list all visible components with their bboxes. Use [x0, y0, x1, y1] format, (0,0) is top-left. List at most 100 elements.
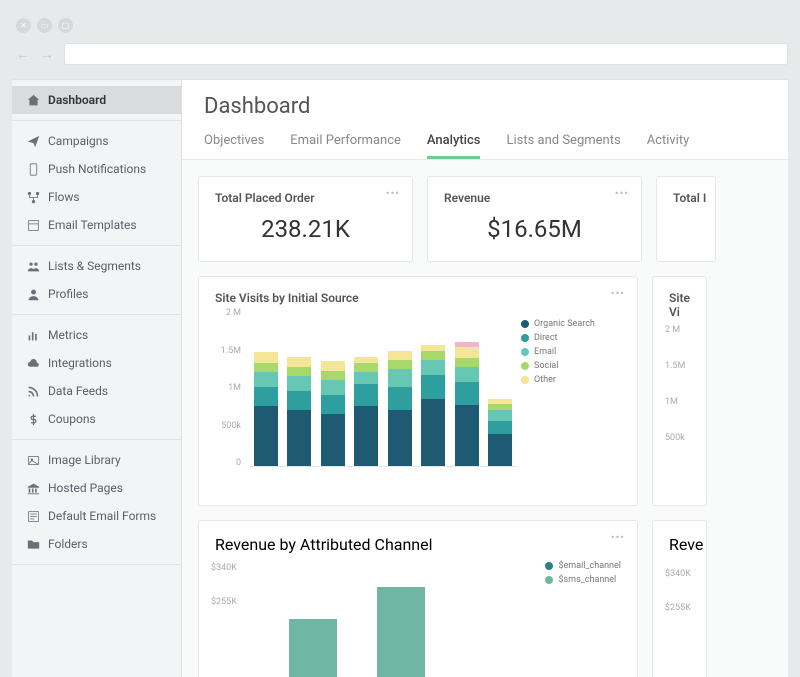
bar-segment [287, 376, 311, 391]
bar-segment [421, 351, 445, 360]
legend-item: Social [521, 361, 621, 371]
bar-segment [421, 375, 445, 399]
legend-item: Other [521, 375, 621, 385]
metric-card-cutoff: Total I [656, 176, 716, 262]
card-menu-icon[interactable]: ••• [386, 187, 400, 200]
legend-swatch-icon [521, 362, 529, 370]
y-tick: 2 M [226, 308, 241, 318]
bar-segment [321, 414, 345, 467]
browser-toolbar: ← → [12, 39, 788, 79]
chart-card-revenue-channel: ••• Revenue by Attributed Channel $340K … [198, 520, 638, 677]
legend-swatch-icon [521, 334, 529, 342]
legend-item: Direct [521, 333, 621, 343]
bar-segment [287, 391, 311, 410]
chart-icon [26, 328, 40, 342]
browser-frame: ✕ ▭ ▢ ← → Dashboard Campaigns Push Notific… [0, 0, 800, 677]
tab-objectives[interactable]: Objectives [204, 125, 264, 159]
legend-swatch-icon [521, 348, 529, 356]
main-content: Dashboard ObjectivesEmail PerformanceAna… [182, 80, 788, 677]
y-tick: $340K [665, 569, 691, 579]
image-icon [26, 453, 40, 467]
card-menu-icon[interactable]: ••• [611, 287, 625, 300]
tab-analytics[interactable]: Analytics [427, 125, 481, 159]
bar-segment [354, 363, 378, 372]
sidebar-item-label: Dashboard [48, 93, 106, 107]
sidebar-item-metrics[interactable]: Metrics [12, 321, 181, 349]
sidebar-item-integrations[interactable]: Integrations [12, 349, 181, 377]
metric-value: 238.21K [215, 211, 396, 247]
bar-segment [388, 369, 412, 388]
y-tick: 1M [228, 383, 241, 393]
sidebar-item-label: Push Notifications [48, 162, 146, 176]
bar-column [254, 352, 278, 466]
nav-forward-icon[interactable]: → [40, 46, 54, 63]
url-bar[interactable] [64, 43, 788, 65]
bar-segment [354, 384, 378, 407]
chart-title: Site Visits by Initial Source [215, 291, 621, 305]
bar-segment [488, 410, 512, 421]
chart-title: Reve [669, 535, 690, 554]
bar-segment [455, 367, 479, 382]
bar [289, 619, 337, 677]
metric-cards-row: ••• Total Placed Order 238.21K ••• Reven… [198, 176, 788, 262]
tab-email-performance[interactable]: Email Performance [290, 125, 401, 159]
metric-card-total-placed-order: ••• Total Placed Order 238.21K [198, 176, 413, 262]
sidebar-item-default-email-forms[interactable]: Default Email Forms [12, 502, 181, 530]
card-menu-icon[interactable]: ••• [611, 531, 625, 544]
chart-card-cutoff: Reve $340K $255K [652, 520, 707, 677]
y-tick: 1.5M [221, 346, 241, 356]
users-icon [26, 259, 40, 273]
chart-title: Site Vi [669, 291, 690, 319]
sidebar-item-lists-segments[interactable]: Lists & Segments [12, 252, 181, 280]
legend-label: Organic Search [534, 319, 595, 329]
bar-segment [488, 434, 512, 466]
nav-back-icon[interactable]: ← [16, 46, 30, 63]
stacked-bar-chart: 0500k1M1.5M2 M [215, 313, 521, 483]
tab-lists-and-segments[interactable]: Lists and Segments [506, 125, 620, 159]
window-max-icon[interactable]: ▢ [58, 18, 73, 33]
metric-value: $16.65M [444, 211, 625, 247]
bar-segment [455, 358, 479, 367]
sidebar-item-push-notifications[interactable]: Push Notifications [12, 155, 181, 183]
window-min-icon[interactable]: ▭ [37, 18, 52, 33]
y-tick: $340K [211, 563, 237, 573]
metric-card-revenue: ••• Revenue $16.65M [427, 176, 642, 262]
sidebar-item-folders[interactable]: Folders [12, 530, 181, 558]
card-menu-icon[interactable]: ••• [615, 187, 629, 200]
bar-segment [455, 382, 479, 405]
sidebar-item-email-templates[interactable]: Email Templates [12, 211, 181, 239]
sidebar-item-campaigns[interactable]: Campaigns [12, 127, 181, 155]
sidebar-item-label: Default Email Forms [48, 509, 156, 523]
window-controls: ✕ ▭ ▢ [12, 12, 788, 39]
sidebar-item-image-library[interactable]: Image Library [12, 446, 181, 474]
sidebar-item-flows[interactable]: Flows [12, 183, 181, 211]
y-tick: 500k [221, 421, 241, 431]
sidebar-item-label: Coupons [48, 412, 96, 426]
tab-activity[interactable]: Activity [647, 125, 690, 159]
chart-legend: Organic SearchDirectEmailSocialOther [521, 313, 621, 483]
bar [377, 587, 425, 677]
bar-segment [421, 399, 445, 467]
metric-label: Total Placed Order [215, 191, 396, 205]
bar-segment [388, 410, 412, 466]
sidebar-item-coupons[interactable]: Coupons [12, 405, 181, 433]
bar-segment [455, 405, 479, 467]
chart-card-site-visits: ••• Site Visits by Initial Source 0500k1… [198, 276, 638, 506]
legend-item: Organic Search [521, 319, 621, 329]
bar-segment [254, 363, 278, 372]
bar-column [421, 345, 445, 467]
bar-segment [321, 395, 345, 414]
window-close-icon[interactable]: ✕ [16, 18, 31, 33]
bar-column [388, 351, 412, 467]
bar-segment [287, 357, 311, 367]
sidebar-item-profiles[interactable]: Profiles [12, 280, 181, 308]
bar-segment [287, 410, 311, 466]
sidebar-item-label: Folders [48, 537, 88, 551]
bar-segment [321, 380, 345, 395]
bank-icon [26, 481, 40, 495]
feed-icon [26, 384, 40, 398]
sidebar-item-data-feeds[interactable]: Data Feeds [12, 377, 181, 405]
sidebar-item-dashboard[interactable]: Dashboard [12, 86, 181, 114]
y-axis: $340K $255K [211, 563, 237, 631]
sidebar-item-hosted-pages[interactable]: Hosted Pages [12, 474, 181, 502]
